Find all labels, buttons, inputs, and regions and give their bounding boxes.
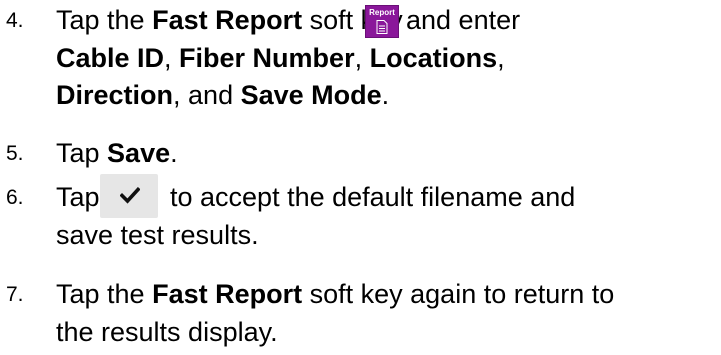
text: Tap the: [56, 279, 153, 309]
step-5-line-1: Tap Save.: [56, 137, 178, 170]
step-number: 5.: [6, 142, 24, 165]
fast-report-label: Fast Report: [152, 279, 303, 309]
softkey-label: Report: [369, 8, 395, 17]
text: .: [170, 138, 178, 168]
step-4-line-2: Cable ID, Fiber Number, Locations,: [56, 42, 505, 75]
save-label: Save: [107, 138, 171, 168]
text: ,: [354, 43, 370, 73]
document-icon: [376, 20, 388, 34]
cable-id-label: Cable ID: [56, 43, 165, 73]
locations-label: Locations: [369, 43, 498, 73]
save-mode-label: Save Mode: [240, 80, 382, 110]
step-4-line-1: Tap the Fast Report soft key: [56, 4, 403, 37]
text: ,: [164, 43, 180, 73]
step-7-line-1: Tap the Fast Report soft key again to re…: [56, 278, 614, 311]
fast-report-softkey-icon[interactable]: Report: [365, 5, 399, 38]
checkmark-icon: [120, 187, 140, 204]
text: Tap: [56, 138, 108, 168]
direction-label: Direction: [56, 80, 174, 110]
text: Tap the: [56, 5, 153, 35]
fiber-number-label: Fiber Number: [179, 43, 355, 73]
step-number: 4.: [6, 9, 24, 32]
step-6-tap: Tap: [56, 182, 100, 212]
text: ,: [497, 43, 505, 73]
step-4-line-3: Direction, and Save Mode.: [56, 79, 389, 112]
text: .: [381, 80, 390, 110]
step-4-line-1-tail: and enter: [406, 5, 521, 35]
fast-report-label: Fast Report: [152, 5, 303, 35]
step-number: 6.: [6, 186, 24, 209]
step-6-line-1-rest: to accept the default filename and: [170, 182, 576, 212]
text: soft key again to return to: [302, 279, 615, 309]
step-7-line-2: the results display.: [56, 317, 278, 347]
text: , and: [173, 80, 241, 110]
accept-checkmark-button[interactable]: [100, 174, 158, 218]
step-6-line-2: save test results.: [56, 220, 259, 250]
step-number: 7.: [6, 283, 24, 306]
